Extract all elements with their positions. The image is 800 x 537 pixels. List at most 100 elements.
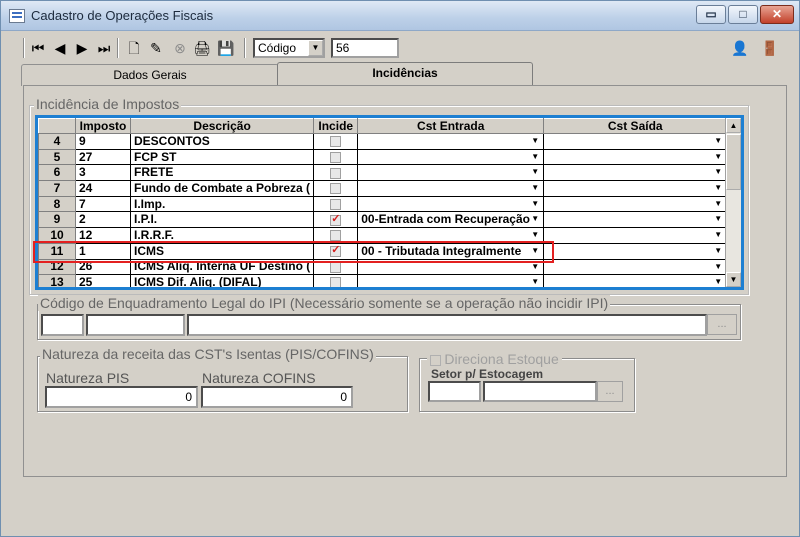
row-number[interactable]: 4 (38, 133, 76, 150)
tab-incidencias[interactable]: Incidências (277, 62, 533, 86)
vertical-scrollbar[interactable]: ▲ ▼ (725, 118, 741, 287)
cell-incide[interactable] (313, 195, 359, 213)
chevron-down-icon[interactable]: ▼ (528, 151, 542, 163)
scroll-thumb[interactable] (726, 134, 741, 190)
chevron-down-icon[interactable]: ▼ (308, 40, 323, 56)
cell-cst-entrada[interactable]: ▼ (357, 274, 545, 287)
column-header-cst-saida[interactable]: Cst Saída (543, 118, 728, 134)
search-input[interactable]: 56 (331, 38, 399, 58)
row-number[interactable]: 13 (38, 274, 76, 287)
table-row[interactable]: 4 9 DESCONTOS ▼ ▼ (38, 133, 728, 150)
chevron-down-icon[interactable]: ▼ (711, 276, 725, 287)
incide-checkbox[interactable] (330, 183, 342, 195)
cell-cst-entrada[interactable]: ▼ (357, 195, 545, 213)
incide-checkbox[interactable] (330, 213, 342, 226)
cell-cst-entrada[interactable]: ▼ (357, 148, 545, 166)
cell-imposto[interactable]: 24 (75, 180, 131, 197)
first-record-icon[interactable]: ⏮ (29, 40, 47, 56)
column-header-imposto[interactable]: Imposto (75, 118, 131, 134)
chevron-down-icon[interactable]: ▼ (528, 182, 542, 194)
cell-imposto[interactable]: 9 (75, 133, 131, 150)
enquadramento-code-field[interactable] (41, 314, 84, 336)
cell-imposto[interactable]: 2 (75, 211, 131, 229)
tab-dados-gerais[interactable]: Dados Gerais (21, 64, 279, 86)
setor-code-field[interactable] (428, 381, 481, 402)
direciona-estoque-option[interactable]: Direciona Estoque (427, 351, 562, 367)
table-row[interactable]: 13 25 ICMS Dif. Aliq. (DIFAL) ▼ ▼ (38, 274, 728, 287)
cell-cst-entrada[interactable]: ▼ (357, 133, 545, 150)
cell-cst-saida[interactable]: ▼ (543, 227, 728, 244)
row-number[interactable]: 8 (38, 195, 76, 213)
last-record-icon[interactable]: ⏭ (95, 40, 113, 56)
incide-checkbox[interactable] (330, 261, 342, 273)
cell-cst-saida[interactable]: ▼ (543, 258, 728, 276)
row-number[interactable]: 6 (38, 164, 76, 182)
chevron-down-icon[interactable]: ▼ (711, 198, 725, 210)
cell-cst-saida[interactable]: ▼ (543, 180, 728, 197)
row-number[interactable]: 9 (38, 211, 76, 229)
incide-checkbox[interactable] (330, 277, 342, 287)
cell-descricao[interactable]: I.P.I. (129, 211, 315, 229)
user-icon[interactable]: 👤 (731, 40, 749, 56)
cell-incide[interactable] (313, 133, 359, 150)
cell-cst-entrada[interactable]: ▼ (357, 164, 545, 182)
column-header-incide[interactable]: Incide (313, 118, 359, 134)
close-button[interactable]: ✕ (760, 5, 794, 24)
chevron-down-icon[interactable]: ▼ (528, 198, 542, 210)
cell-cst-saida[interactable]: ▼ (543, 164, 728, 182)
cell-incide[interactable] (313, 211, 359, 229)
table-row[interactable]: 5 27 FCP ST ▼ ▼ (38, 148, 728, 166)
cell-descricao[interactable]: I.Imp. (129, 195, 315, 213)
print-icon[interactable]: 🖨 (193, 40, 211, 56)
cell-incide[interactable] (313, 148, 359, 166)
minimize-button[interactable]: ▭ (696, 5, 726, 24)
chevron-down-icon[interactable]: ▼ (711, 245, 725, 257)
chevron-down-icon[interactable]: ▼ (711, 182, 725, 194)
chevron-down-icon[interactable]: ▼ (528, 229, 542, 241)
previous-record-icon[interactable]: ◀ (51, 40, 69, 56)
cell-cst-saida[interactable]: ▼ (543, 274, 728, 287)
natureza-pis-field[interactable]: 0 (45, 386, 198, 408)
chevron-down-icon[interactable]: ▼ (528, 213, 542, 225)
incide-checkbox[interactable] (330, 230, 342, 242)
natureza-cofins-field[interactable]: 0 (201, 386, 353, 408)
incide-checkbox[interactable] (330, 198, 342, 210)
chevron-down-icon[interactable]: ▼ (528, 276, 542, 287)
row-number[interactable]: 7 (38, 180, 76, 197)
setor-description-field[interactable] (483, 381, 597, 402)
cell-imposto[interactable]: 3 (75, 164, 131, 182)
cell-cst-saida[interactable]: ▼ (543, 148, 728, 166)
cell-imposto[interactable]: 25 (75, 274, 131, 287)
enquadramento-lookup-button[interactable]: ... (707, 314, 737, 335)
table-row[interactable]: 92I.P.I.00-Entrada com Recuperação▼▼ (38, 211, 728, 229)
chevron-down-icon[interactable]: ▼ (711, 151, 725, 163)
row-number[interactable]: 5 (38, 148, 76, 166)
enquadramento-group-field[interactable] (86, 314, 185, 336)
chevron-down-icon[interactable]: ▼ (711, 261, 725, 273)
maximize-button[interactable]: □ (728, 5, 758, 24)
chevron-down-icon[interactable]: ▼ (711, 229, 725, 241)
incide-checkbox[interactable] (330, 151, 342, 163)
save-icon[interactable]: 💾 (217, 40, 235, 56)
cell-cst-saida[interactable]: ▼ (543, 242, 728, 260)
incide-checkbox[interactable] (330, 136, 342, 148)
cell-incide[interactable] (313, 274, 359, 287)
cell-incide[interactable] (313, 164, 359, 182)
next-record-icon[interactable]: ▶ (73, 40, 91, 56)
direciona-estoque-checkbox[interactable] (430, 355, 441, 367)
setor-lookup-button[interactable]: ... (597, 381, 623, 402)
cell-cst-saida[interactable]: ▼ (543, 195, 728, 213)
new-record-icon[interactable]: 🗋 (125, 40, 143, 56)
cell-imposto[interactable]: 7 (75, 195, 131, 213)
scroll-up-icon[interactable]: ▲ (726, 118, 741, 133)
cell-descricao[interactable]: Fundo de Combate a Pobreza ( (129, 180, 315, 197)
cancel-icon[interactable]: ⊗ (171, 40, 189, 56)
cell-incide[interactable] (313, 180, 359, 197)
chevron-down-icon[interactable]: ▼ (528, 166, 542, 178)
column-header-cst-entrada[interactable]: Cst Entrada (357, 118, 545, 134)
table-row[interactable]: 8 7 I.Imp. ▼ ▼ (38, 195, 728, 213)
search-field-select[interactable]: Código ▼ (253, 38, 325, 58)
exit-icon[interactable]: 🚪 (761, 40, 779, 56)
chevron-down-icon[interactable]: ▼ (711, 135, 725, 147)
cell-descricao[interactable]: FRETE (129, 164, 315, 182)
